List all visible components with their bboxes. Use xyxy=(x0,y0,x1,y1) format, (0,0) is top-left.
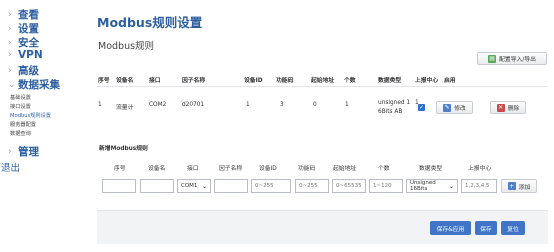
new-data-type-select[interactable]: Unsigned 16Bits ⌄ xyxy=(406,179,458,193)
sidebar-item-settings[interactable]: › 设置 xyxy=(8,21,39,36)
col-header-device-id: 设备ID xyxy=(244,78,263,84)
new-col-header-func-code: 功能码 xyxy=(298,166,316,172)
new-col-header-factor: 因子名称 xyxy=(219,166,243,172)
new-col-header-index: 序号 xyxy=(114,166,126,172)
new-start-addr-input[interactable] xyxy=(332,179,366,193)
subnav-interface-settings[interactable]: 接口设置 xyxy=(10,103,31,110)
col-header-data-type: 数据类型 xyxy=(378,78,402,84)
new-col-header-iface: 接口 xyxy=(187,166,199,172)
enabled-checkbox[interactable]: ✓ xyxy=(418,104,425,111)
reset-button[interactable]: 复位 xyxy=(501,221,525,235)
chevron-right-icon: › xyxy=(8,65,12,76)
chevron-down-icon: ⌄ xyxy=(8,79,16,90)
new-col-header-count: 个数 xyxy=(378,166,390,172)
col-header-index: 序号 xyxy=(98,78,110,84)
new-count-input[interactable] xyxy=(369,179,403,193)
new-device-id-input[interactable] xyxy=(251,179,291,193)
import-icon: ▤ xyxy=(488,54,497,63)
subnav-data-query[interactable]: 数据查询 xyxy=(10,130,31,137)
chevron-right-icon: › xyxy=(8,50,12,60)
new-col-header-device: 设备名 xyxy=(148,166,166,172)
new-func-code-input[interactable] xyxy=(295,179,329,193)
cell-device-id: 1 xyxy=(246,102,250,108)
logout-link[interactable]: 退出 xyxy=(1,160,20,174)
new-col-header-start-addr: 起始地址 xyxy=(333,166,357,172)
new-factor-input[interactable] xyxy=(214,179,248,193)
cell-data-type-line1: unsigned 1 xyxy=(378,100,411,106)
sidebar-item-vpn[interactable]: › VPN xyxy=(8,49,43,61)
chevron-right-icon: › xyxy=(8,146,12,157)
new-col-header-report: 上报中心 xyxy=(468,166,492,172)
sidebar-item-advanced[interactable]: › 高级 xyxy=(8,63,39,78)
new-rule-title: 新增Modbus规则 xyxy=(99,146,148,152)
sidebar-item-view[interactable]: › 查看 xyxy=(8,7,39,22)
new-col-header-device-id: 设备ID xyxy=(259,166,277,172)
cell-func-code: 3 xyxy=(280,102,284,108)
new-report-input[interactable] xyxy=(461,179,497,193)
cell-iface: COM2 xyxy=(149,102,167,108)
new-col-header-data-type: 数据类型 xyxy=(419,166,443,172)
add-icon: + xyxy=(507,182,516,190)
cell-data-type-line2: 6Bits AB xyxy=(378,109,403,115)
col-header-count: 个数 xyxy=(344,78,356,84)
new-device-input[interactable] xyxy=(140,179,174,193)
edit-button[interactable]: ✎ 修改 xyxy=(436,101,473,114)
edit-icon: ✎ xyxy=(443,103,452,112)
import-export-button[interactable]: ▤ 配置导入/导出 xyxy=(477,52,547,65)
col-header-func-code: 功能码 xyxy=(276,78,294,84)
save-apply-button[interactable]: 保存&应用 xyxy=(430,221,471,235)
chevron-right-icon: › xyxy=(8,23,12,34)
cell-count: 1 xyxy=(345,102,349,108)
cell-start-addr: 0 xyxy=(313,102,317,108)
chevron-right-icon: › xyxy=(8,37,12,48)
col-header-enabled: 启用 xyxy=(444,78,456,84)
cell-device: 流量计 xyxy=(116,105,134,111)
sidebar-item-data-collection[interactable]: ⌄ 数据采集 xyxy=(8,77,60,92)
sidebar-item-security[interactable]: › 安全 xyxy=(8,35,39,50)
chevron-down-icon: ⌄ xyxy=(448,182,454,190)
new-iface-select[interactable]: COM1 ⌄ xyxy=(177,179,211,193)
subnav-basic-settings[interactable]: 基础设置 xyxy=(10,94,31,101)
col-header-iface: 接口 xyxy=(149,78,161,84)
cell-index: 1 xyxy=(98,102,102,108)
col-header-start-addr: 起始地址 xyxy=(311,78,335,84)
add-button[interactable]: + 添加 xyxy=(501,179,537,193)
chevron-down-icon: ⌄ xyxy=(201,182,207,190)
chevron-right-icon: › xyxy=(8,9,12,20)
delete-button[interactable]: ✕ 删除 xyxy=(490,101,526,114)
save-button[interactable]: 保存 xyxy=(475,221,497,235)
sidebar: › 查看 › 设置 › 安全 › VPN › 高级 ⌄ 数据采集 基础设置 接口… xyxy=(0,0,92,252)
sidebar-item-management[interactable]: › 管理 xyxy=(8,144,39,159)
col-header-device: 设备名 xyxy=(116,78,134,84)
col-header-report: 上报中心 xyxy=(415,78,439,84)
table-divider xyxy=(97,86,548,87)
page-title: Modbus规则设置 xyxy=(97,15,203,30)
delete-icon: ✕ xyxy=(496,103,505,112)
section-title: Modbus规则 xyxy=(98,41,155,52)
subnav-server-config[interactable]: 服务器配置 xyxy=(10,121,36,128)
cell-factor: d20701 xyxy=(182,102,205,108)
subnav-modbus-rules[interactable]: Modbus规则设置 xyxy=(10,112,51,119)
col-header-factor: 因子名称 xyxy=(182,78,206,84)
new-index-input[interactable] xyxy=(102,179,136,193)
